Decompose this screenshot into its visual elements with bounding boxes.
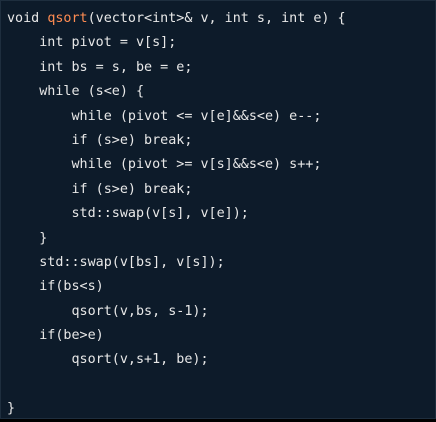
code-text: if(bs<s)	[39, 279, 104, 295]
code-text: if(be>e)	[39, 328, 104, 344]
code-panel: void qsort(vector<int>& v, int s, int e)…	[0, 0, 436, 419]
code-line-5: while (pivot <= v[e]&&s<e) e--;	[7, 105, 346, 129]
code-block[interactable]: void qsort(vector<int>& v, int s, int e)…	[7, 7, 346, 422]
function-signature: (vector<int>& v, int s, int e) {	[87, 11, 346, 26]
code-line-3: int bs = s, be = e;	[7, 56, 346, 80]
keyword-void: void	[7, 11, 48, 26]
code-line-1: void qsort(vector<int>& v, int s, int e)…	[7, 7, 346, 31]
code-text: while (pivot <= v[e]&&s<e) e--;	[71, 108, 322, 124]
code-text: while (s<e) {	[39, 84, 145, 100]
code-line-12: if(bs<s)	[7, 275, 346, 299]
code-text: int pivot = v[s];	[39, 35, 177, 51]
code-line-7: while (pivot >= v[s]&&s<e) s++;	[7, 153, 346, 177]
code-text: std::swap(v[s], v[e]);	[71, 206, 249, 222]
code-text: if (s>e) break;	[71, 181, 193, 197]
code-line-17: }	[7, 397, 346, 421]
code-text: qsort(v,s+1, be);	[71, 352, 209, 368]
code-line-9: std::swap(v[s], v[e]);	[7, 202, 346, 226]
code-line-13: qsort(v,bs, s-1);	[7, 300, 346, 324]
code-line-11: std::swap(v[bs], v[s]);	[7, 251, 346, 275]
code-text: int bs = s, be = e;	[39, 59, 193, 75]
code-line-14: if(be>e)	[7, 324, 346, 348]
code-line-4: while (s<e) {	[7, 80, 346, 104]
code-text: std::swap(v[bs], v[s]);	[39, 254, 225, 270]
code-text: }	[7, 401, 16, 417]
code-line-2: int pivot = v[s];	[7, 31, 346, 55]
code-line-10: }	[7, 227, 346, 251]
code-text: }	[39, 230, 48, 246]
code-line-15: qsort(v,s+1, be);	[7, 348, 346, 372]
code-text: qsort(v,bs, s-1);	[71, 303, 209, 319]
function-name: qsort	[47, 11, 88, 26]
code-line-8: if (s>e) break;	[7, 178, 346, 202]
code-text: if (s>e) break;	[71, 132, 193, 148]
code-text: while (pivot >= v[s]&&s<e) s++;	[71, 157, 322, 173]
code-line-6: if (s>e) break;	[7, 129, 346, 153]
